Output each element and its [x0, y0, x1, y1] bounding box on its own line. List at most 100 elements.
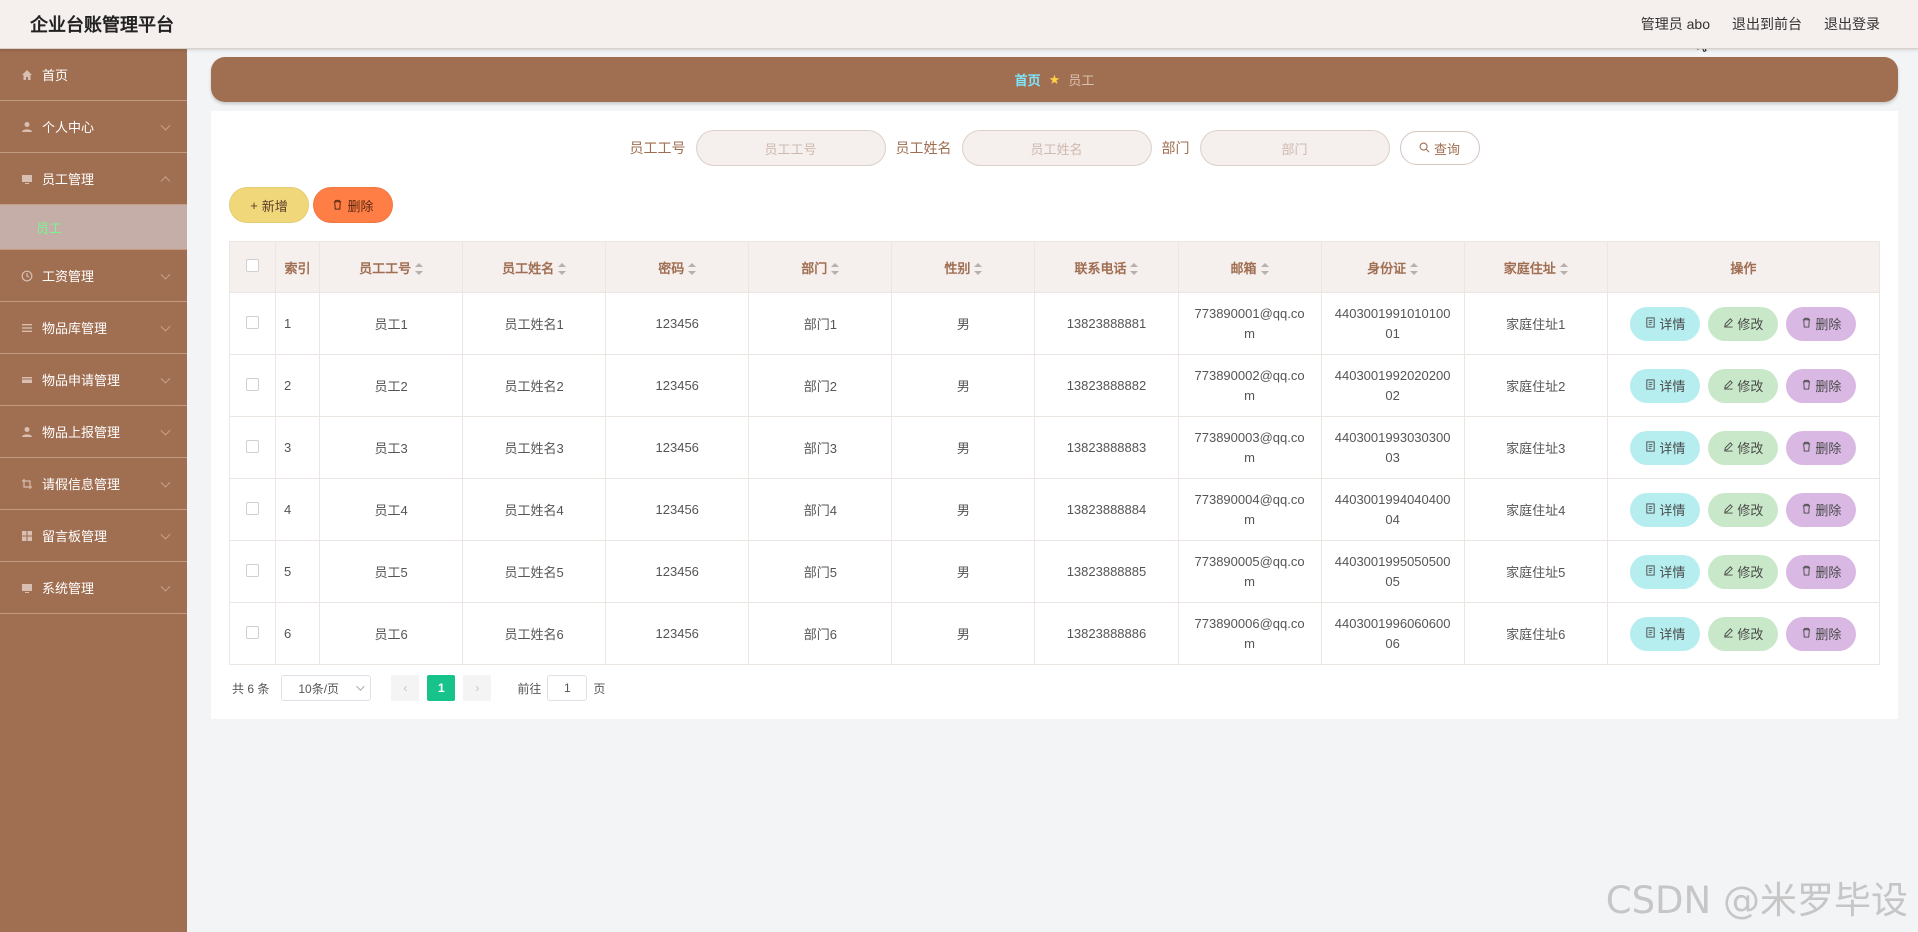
row-checkbox[interactable]	[246, 315, 259, 329]
pencil-icon	[1723, 440, 1734, 455]
delete-label: 删除	[1815, 317, 1842, 332]
col-password[interactable]: 密码	[605, 241, 750, 293]
cell-email: 773890004@qq.com	[1177, 478, 1322, 541]
delete-button[interactable]: 删除	[1786, 430, 1857, 465]
edit-button[interactable]: 修改	[1708, 554, 1779, 589]
cell-address: 家庭住址5	[1463, 540, 1608, 603]
cell-gender: 男	[891, 354, 1036, 417]
employee-no-input[interactable]: 员工工号	[695, 130, 886, 166]
col-employee-no[interactable]: 员工工号	[319, 241, 464, 293]
sort-icon[interactable]	[831, 263, 840, 276]
chevron-down-icon	[160, 321, 171, 332]
goto-page-input[interactable]: 1	[547, 675, 588, 701]
header-actions: 管理员 abo 退出到前台 退出登录	[1641, 14, 1880, 34]
col-employee-name[interactable]: 员工姓名	[462, 241, 607, 293]
row-select-cell	[228, 354, 277, 417]
sort-icon[interactable]	[1130, 263, 1139, 276]
add-button[interactable]: + 新增	[229, 187, 309, 223]
sidebar-item-system[interactable]: 系统管理	[0, 562, 187, 614]
sidebar-item-message[interactable]: 留言板管理	[0, 510, 187, 562]
breadcrumb-home[interactable]: 首页	[1015, 70, 1041, 89]
cell-employee-no: 员工4	[319, 478, 464, 541]
sort-icon[interactable]	[974, 263, 983, 276]
cell-email: 773890006@qq.com	[1177, 602, 1322, 665]
col-phone[interactable]: 联系电话	[1034, 241, 1179, 293]
sidebar-item-leave[interactable]: 请假信息管理	[0, 458, 187, 510]
sidebar-item-salary[interactable]: 工资管理	[0, 250, 187, 302]
list-icon	[20, 322, 34, 334]
edit-button[interactable]: 修改	[1708, 616, 1779, 651]
query-button[interactable]: 查询	[1399, 131, 1480, 165]
detail-label: 详情	[1659, 441, 1686, 456]
sort-icon[interactable]	[688, 263, 697, 276]
col-index: 索引	[275, 241, 321, 293]
cell-email: 773890001@qq.com	[1177, 292, 1322, 355]
row-checkbox[interactable]	[246, 439, 259, 453]
department-input[interactable]: 部门	[1199, 130, 1390, 166]
detail-button[interactable]: 详情	[1630, 616, 1701, 651]
sidebar-item-inventory[interactable]: 物品库管理	[0, 302, 187, 354]
col-label: 身份证	[1367, 260, 1407, 276]
cell-gender: 男	[891, 292, 1036, 355]
cell-index: 4	[275, 478, 321, 541]
page-size-select[interactable]: 10条/页	[281, 675, 372, 701]
detail-button[interactable]: 详情	[1630, 306, 1701, 341]
detail-button[interactable]: 详情	[1630, 492, 1701, 527]
col-label: 员工姓名	[502, 260, 555, 276]
col-department[interactable]: 部门	[748, 241, 893, 293]
cell-address: 家庭住址6	[1463, 602, 1608, 665]
col-id-card[interactable]: 身份证	[1320, 241, 1465, 293]
document-icon	[1645, 316, 1656, 331]
row-checkbox[interactable]	[246, 625, 259, 639]
trash-icon	[1801, 564, 1812, 579]
col-address[interactable]: 家庭住址	[1463, 241, 1608, 293]
delete-button[interactable]: 删除	[1786, 616, 1857, 651]
sidebar-item-report[interactable]: 物品上报管理	[0, 406, 187, 458]
trash-icon	[1801, 502, 1812, 517]
edit-button[interactable]: 修改	[1708, 368, 1779, 403]
row-checkbox[interactable]	[246, 501, 259, 515]
col-email[interactable]: 邮箱	[1177, 241, 1322, 293]
row-checkbox[interactable]	[246, 563, 259, 577]
detail-button[interactable]: 详情	[1630, 554, 1701, 589]
cell-email: 773890002@qq.com	[1177, 354, 1322, 417]
row-checkbox[interactable]	[246, 377, 259, 391]
sidebar-item-label: 员工管理	[42, 172, 95, 187]
sort-icon[interactable]	[1559, 263, 1568, 276]
edit-button[interactable]: 修改	[1708, 430, 1779, 465]
next-page-button[interactable]: ›	[463, 675, 492, 701]
sidebar-item-profile[interactable]: 个人中心	[0, 101, 187, 153]
pagination: 共 6 条 10条/页 ‹ 1 › 前往 1 页	[232, 675, 605, 701]
logout-link[interactable]: 退出登录	[1824, 14, 1880, 34]
employee-name-input[interactable]: 员工姓名	[961, 130, 1152, 166]
sort-icon[interactable]	[415, 263, 424, 276]
detail-button[interactable]: 详情	[1630, 368, 1701, 403]
exit-to-front-link[interactable]: 退出到前台	[1732, 14, 1802, 34]
cell-actions: 详情 修改 删除	[1606, 292, 1881, 355]
delete-button[interactable]: 删除	[1786, 554, 1857, 589]
delete-button[interactable]: 删除	[1786, 368, 1857, 403]
sidebar-subitem-employee[interactable]: 员工	[0, 205, 187, 250]
cell-department: 部门1	[748, 292, 893, 355]
page-number-1[interactable]: 1	[427, 675, 456, 701]
select-all-checkbox[interactable]	[246, 259, 259, 272]
sidebar-item-apply[interactable]: 物品申请管理	[0, 354, 187, 406]
cell-actions: 详情 修改 删除	[1606, 478, 1881, 541]
sort-icon[interactable]	[558, 263, 567, 276]
current-user[interactable]: 管理员 abo	[1641, 14, 1710, 34]
col-gender[interactable]: 性别	[891, 241, 1036, 293]
batch-delete-button[interactable]: 删除	[313, 187, 393, 223]
edit-button[interactable]: 修改	[1708, 306, 1779, 341]
sidebar-item-employee[interactable]: 员工管理	[0, 153, 187, 205]
delete-button[interactable]: 删除	[1786, 306, 1857, 341]
sidebar-item-home[interactable]: 首页	[0, 49, 187, 101]
edit-label: 修改	[1737, 627, 1764, 642]
detail-button[interactable]: 详情	[1630, 430, 1701, 465]
delete-button[interactable]: 删除	[1786, 492, 1857, 527]
col-label: 部门	[801, 260, 828, 276]
sort-icon[interactable]	[1260, 263, 1269, 276]
clock-icon	[20, 270, 34, 282]
sort-icon[interactable]	[1410, 263, 1419, 276]
edit-button[interactable]: 修改	[1708, 492, 1779, 527]
prev-page-button[interactable]: ‹	[391, 675, 420, 701]
